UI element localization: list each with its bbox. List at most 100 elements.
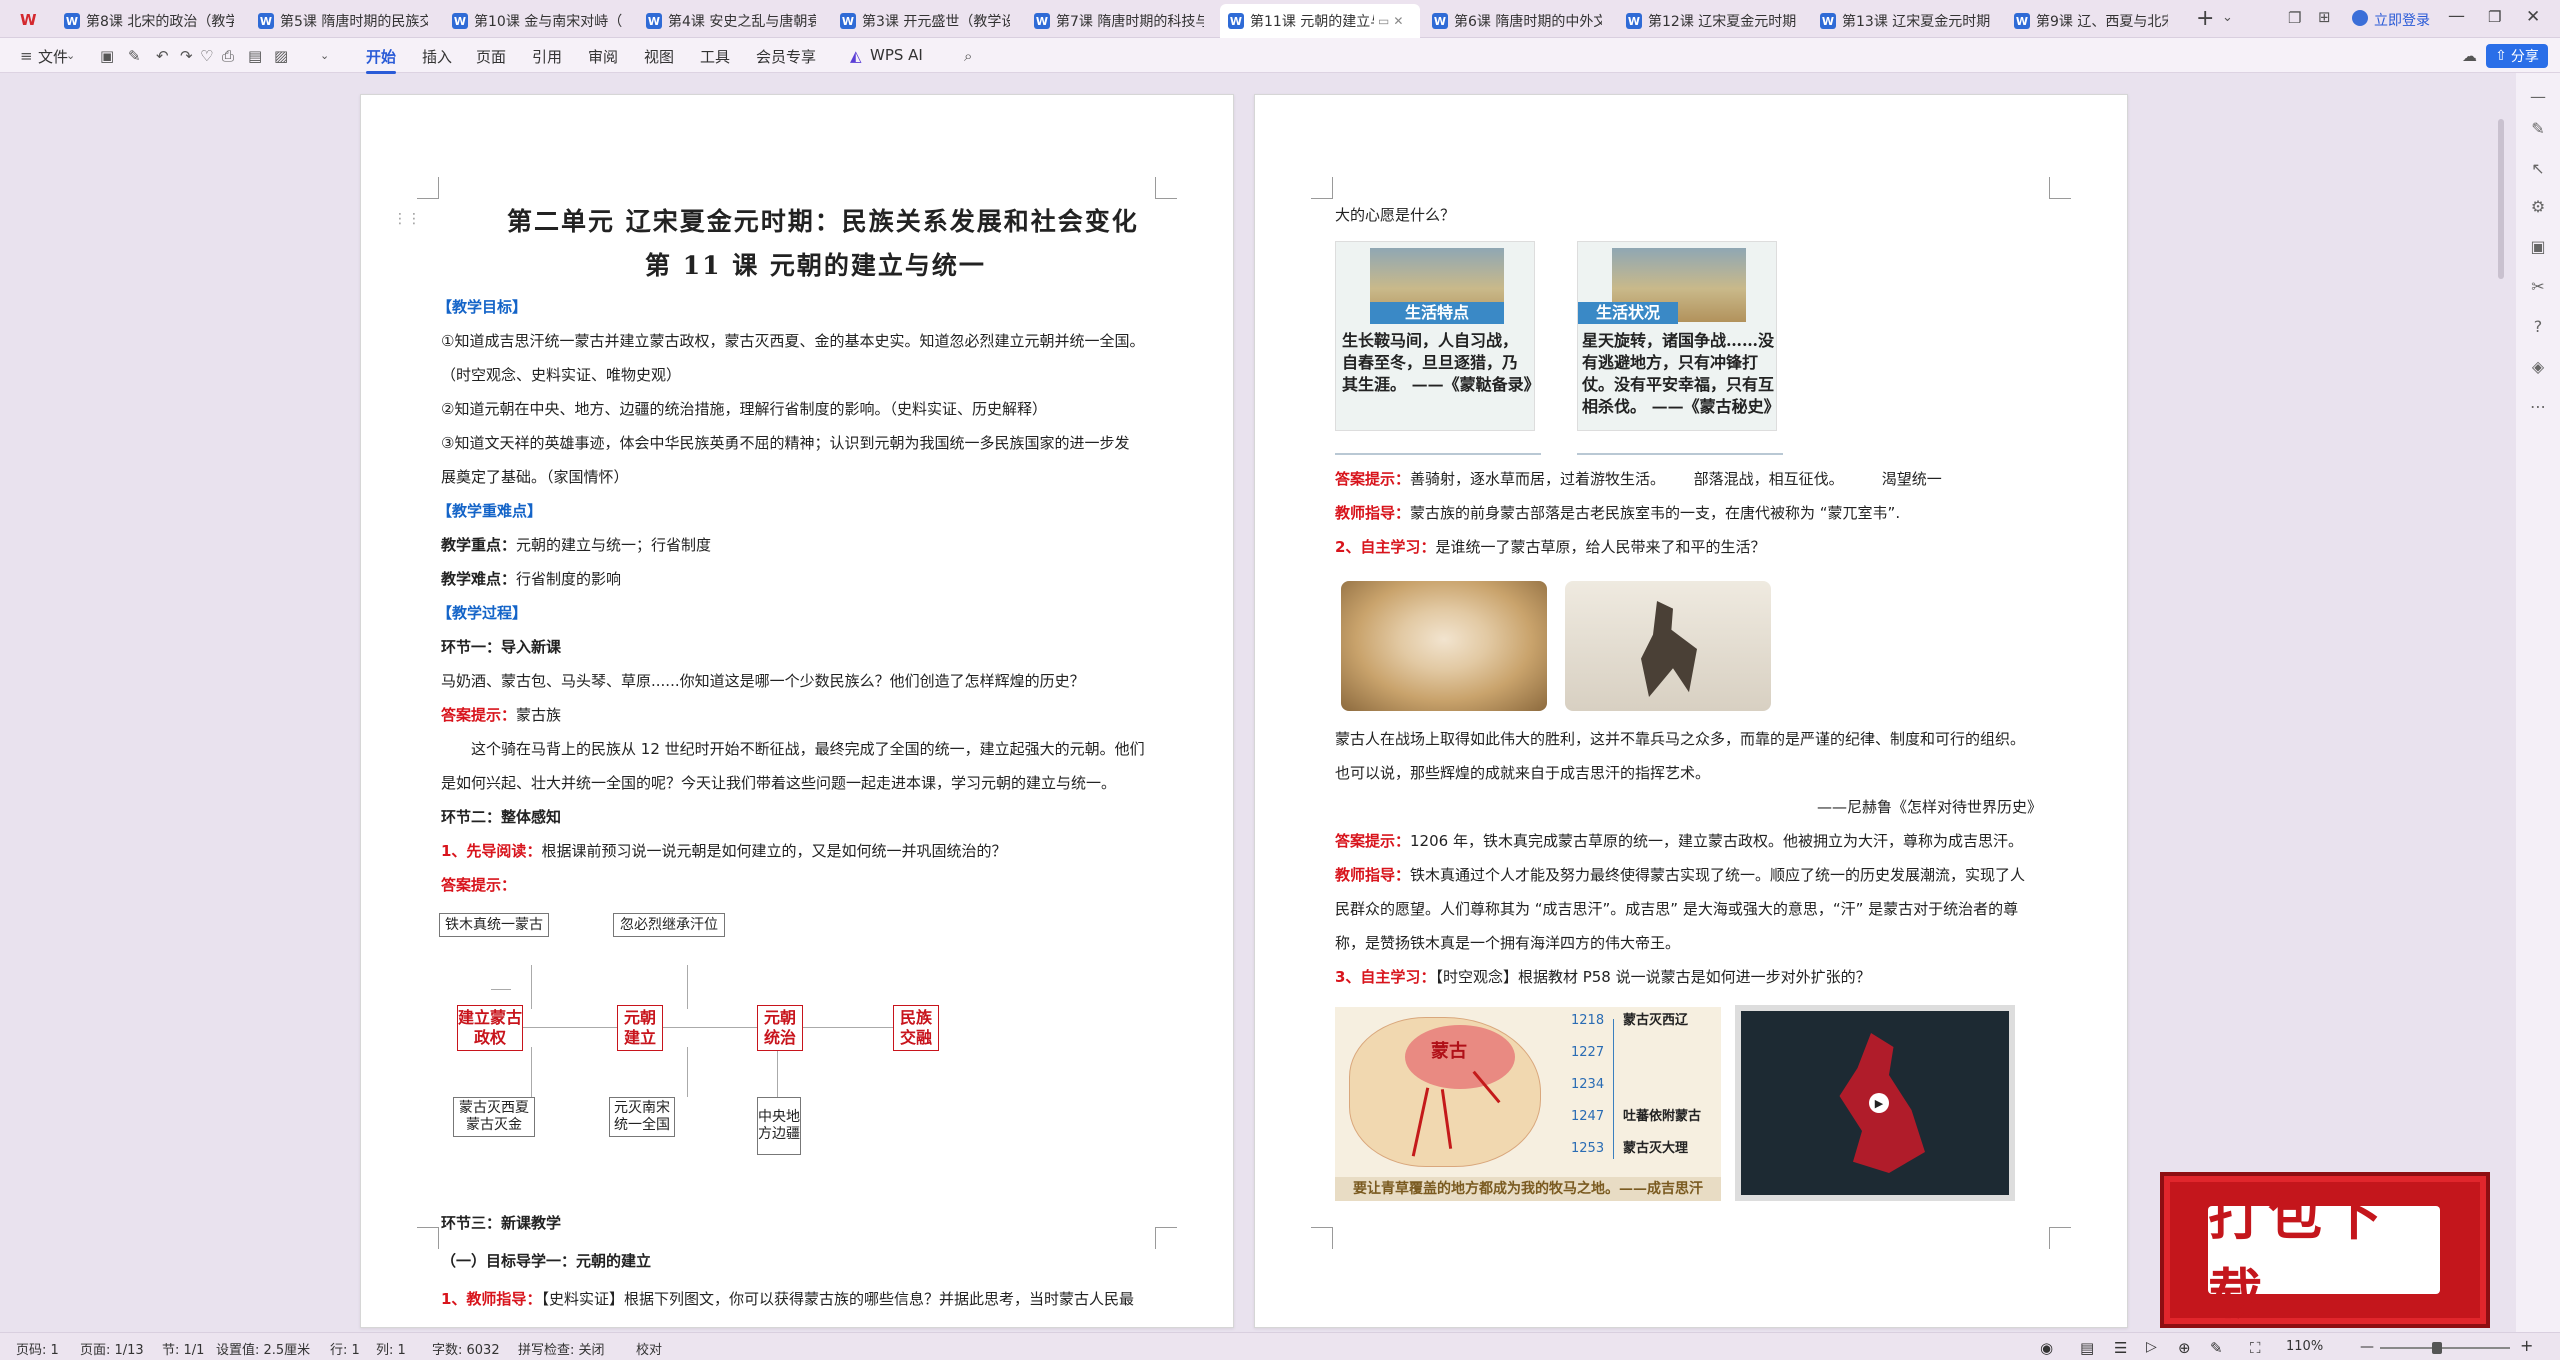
connector <box>687 1047 688 1097</box>
difficulty: 教学难点：行省制度的影响 <box>441 570 622 588</box>
zoom-slider-thumb[interactable] <box>2432 1342 2442 1354</box>
tab-member[interactable]: 会员专享 <box>756 46 816 67</box>
close-window-icon[interactable]: ✕ <box>2526 7 2540 27</box>
drag-handle-icon[interactable]: ⋮⋮ <box>393 211 421 227</box>
tab-insert[interactable]: 插入 <box>422 46 452 67</box>
wps-ai-button[interactable]: WPS AI <box>870 46 923 64</box>
diagram-node: 元朝统治 <box>757 1005 803 1051</box>
select-icon[interactable]: ↖ <box>2528 159 2548 178</box>
format-painter-icon[interactable]: ✎ <box>128 47 141 65</box>
wps-logo[interactable]: W <box>20 11 38 29</box>
play-icon[interactable]: ▶ <box>1869 1093 1889 1113</box>
chevron-down-icon[interactable]: ⌄ <box>66 49 75 62</box>
tab-view[interactable]: 视图 <box>644 46 674 67</box>
divider <box>1335 453 1541 455</box>
tab-page[interactable]: 页面 <box>476 46 506 67</box>
pen-icon[interactable]: ✎ <box>2528 119 2548 138</box>
monitor-icon[interactable]: ▭ <box>1378 14 1389 28</box>
document-tab[interactable]: W第9课 辽、西夏与北宋并立 <box>2006 6 2186 36</box>
layout-icon[interactable]: ☰ <box>2114 1339 2127 1357</box>
zoom-slider[interactable] <box>2380 1347 2510 1349</box>
pen-icon[interactable]: ✎ <box>2210 1339 2223 1357</box>
document-tab-active[interactable]: W第11课 元朝的建立与统一▭✕ <box>1220 4 1420 38</box>
statue-shape <box>1641 601 1697 697</box>
document-tab[interactable]: W第5课 隋唐时期的民族交往与交融 <box>250 6 440 36</box>
eye-icon[interactable]: ◉ <box>2040 1339 2053 1357</box>
document-tab[interactable]: W第13课 辽宋夏金元时期的文化 <box>1812 6 2002 36</box>
zoom-in-icon[interactable]: + <box>2520 1336 2533 1355</box>
new-tab-icon[interactable]: + <box>2196 6 2214 31</box>
doc-icon: W <box>840 13 856 29</box>
minus-icon[interactable]: — <box>2528 87 2548 106</box>
play-icon[interactable]: ▷ <box>2146 1339 2157 1355</box>
login-link[interactable]: 立即登录 <box>2374 10 2430 30</box>
status-spell[interactable]: 拼写检查: 关闭 <box>518 1339 605 1358</box>
step-heading: 环节一：导入新课 <box>441 638 562 656</box>
search-icon[interactable]: ⌕ <box>964 47 972 65</box>
status-row[interactable]: 行: 1 <box>330 1339 360 1358</box>
map-label: 蒙古 <box>1431 1041 1467 1062</box>
export-pdf-icon[interactable]: ▤ <box>248 47 262 65</box>
sliders-icon[interactable]: ⚙ <box>2528 197 2548 216</box>
tab-review[interactable]: 审阅 <box>588 46 618 67</box>
image-icon[interactable]: ▨ <box>274 47 288 65</box>
tab-references[interactable]: 引用 <box>532 46 562 67</box>
apps-grid-icon[interactable]: ⊞ <box>2318 8 2331 26</box>
status-proof[interactable]: 校对 <box>636 1339 662 1358</box>
tab-tools[interactable]: 工具 <box>700 46 730 67</box>
heart-icon[interactable]: ♡ <box>200 47 213 65</box>
help-icon[interactable]: ? <box>2528 317 2548 336</box>
document-tab[interactable]: W第4课 安史之乱与唐朝衰亡 <box>638 6 828 36</box>
zoom-out-icon[interactable]: — <box>2360 1339 2374 1355</box>
zoom-level[interactable]: 110% <box>2286 1339 2323 1354</box>
paragraph: 大的心愿是什么？ <box>1335 206 1456 224</box>
document-tab[interactable]: W第12课 辽宋夏金元时期经济的繁荣 <box>1618 6 1808 36</box>
step-heading: 环节三：新课教学 <box>441 1214 562 1232</box>
tools-icon[interactable]: ✂ <box>2528 277 2548 296</box>
diagram-node: 建立蒙古政权 <box>457 1005 523 1051</box>
share-button[interactable]: ⇧ 分享 <box>2486 44 2548 68</box>
document-tab[interactable]: W第7课 隋唐时期的科技与文化 <box>1026 6 1216 36</box>
wps-ai-icon[interactable]: ◭ <box>850 47 862 65</box>
status-section[interactable]: 节: 1/1 <box>162 1339 204 1358</box>
shirt-icon[interactable]: ◈ <box>2528 357 2548 376</box>
document-tab[interactable]: W第6课 隋唐时期的中外文化交流 <box>1424 6 1614 36</box>
download-banner[interactable]: 打包下载 <box>2160 1172 2490 1328</box>
restore-icon[interactable]: ❐ <box>2488 8 2501 26</box>
image-icon[interactable]: ▣ <box>2528 237 2548 256</box>
status-page[interactable]: 页码: 1 <box>16 1339 59 1358</box>
undo-icon[interactable]: ↶ <box>156 47 169 65</box>
status-col[interactable]: 列: 1 <box>376 1339 406 1358</box>
globe-icon[interactable]: ⊕ <box>2178 1339 2191 1357</box>
minimize-icon[interactable]: — <box>2448 6 2465 26</box>
page-view-icon[interactable]: ▤ <box>2080 1339 2094 1357</box>
redo-icon[interactable]: ↷ <box>180 47 193 65</box>
hamburger-menu-icon[interactable]: ≡ <box>20 47 33 65</box>
expansion-map: 蒙古 1218 蒙古灭西辽 1227 1234 1247 吐蕃依附蒙古 1253… <box>1335 1007 1721 1201</box>
save-icon[interactable]: ▣ <box>100 47 114 65</box>
tab-home[interactable]: 开始 <box>366 46 397 74</box>
avatar[interactable] <box>2352 10 2368 26</box>
cloud-sync-icon[interactable]: ☁ <box>2462 47 2477 65</box>
tab-list-chevron-icon[interactable]: ⌄ <box>2222 10 2233 25</box>
file-menu[interactable]: 文件 <box>38 46 68 67</box>
status-words[interactable]: 字数: 6032 <box>432 1339 500 1358</box>
status-setting[interactable]: 设置值: 2.5厘米 <box>216 1339 310 1358</box>
paragraph: 民群众的愿望。人们尊称其为 “成吉思汗”。成吉思” 是大海或强大的意思，“汗” … <box>1335 900 2019 918</box>
document-tab[interactable]: W第10课 金与南宋对峙（教学设计） <box>444 6 634 36</box>
window-layout-icon[interactable]: ❐ <box>2288 9 2301 27</box>
document-page-right[interactable]: 大的心愿是什么？ 生活特点 生长鞍马间，人自习战，自春至冬，旦旦逐猎，乃其生涯。… <box>1254 94 2128 1328</box>
fit-icon[interactable]: ⛶ <box>2250 1339 2261 1357</box>
scrollbar-thumb[interactable] <box>2498 119 2504 279</box>
status-pages[interactable]: 页面: 1/13 <box>80 1339 144 1358</box>
more-icon[interactable]: ⋯ <box>2528 397 2548 416</box>
doc-icon: W <box>64 13 80 29</box>
document-tab[interactable]: W第8课 北宋的政治（教学设计） <box>56 6 246 36</box>
video-player[interactable]: ▶ <box>1735 1005 2015 1201</box>
answer-hint: 答案提示：1206 年，铁木真完成蒙古草原的统一，建立蒙古政权。他被拥立为大汗，… <box>1335 832 2023 850</box>
document-page-left[interactable]: ⋮⋮ 第二单元 辽宋夏金元时期：民族关系发展和社会变化 第 11 课 元朝的建立… <box>360 94 1234 1328</box>
print-preview-icon[interactable]: ⎙ <box>222 47 234 65</box>
chevron-down-icon[interactable]: ⌄ <box>320 49 329 62</box>
document-tab[interactable]: W第3课 开元盛世（教学设计） <box>832 6 1022 36</box>
close-tab-icon[interactable]: ✕ <box>1393 14 1403 28</box>
